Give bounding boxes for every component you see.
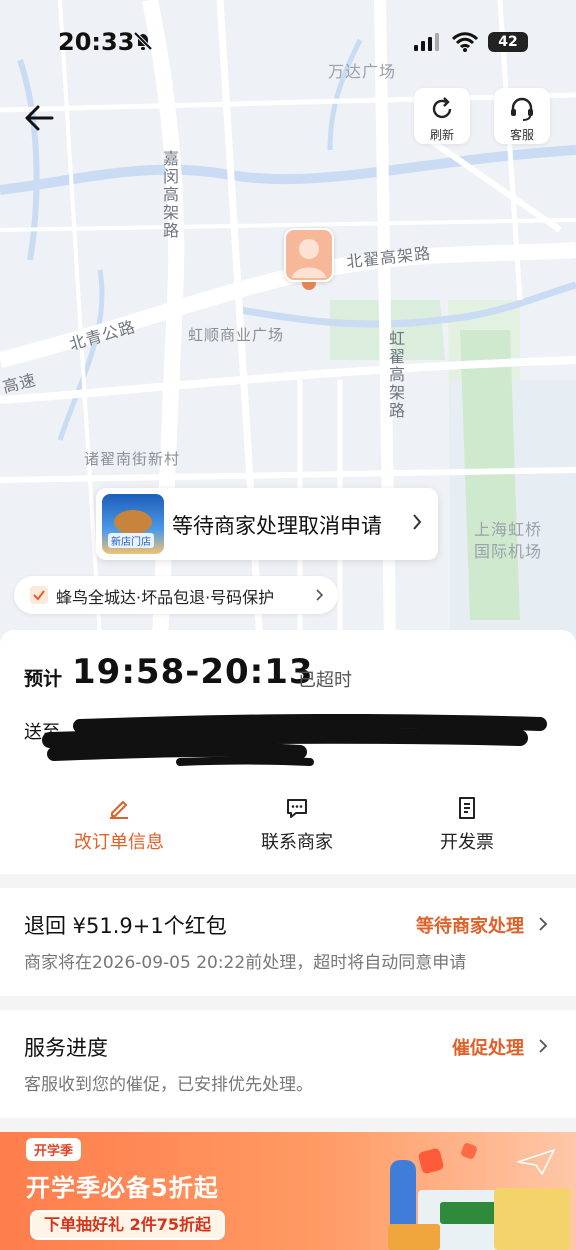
- eta-overdue-note: 已超时: [298, 670, 352, 691]
- red-envelope-icon: [417, 1147, 445, 1175]
- map-label-airport-1: 上海虹桥: [474, 520, 543, 539]
- back-arrow-icon[interactable]: [22, 100, 58, 136]
- edit-order-button[interactable]: 改订单信息: [44, 796, 194, 854]
- map-label-hongzhai: 虹翟高架路: [386, 330, 405, 420]
- status-bar: 20:33 42: [0, 0, 576, 84]
- person-icon: [292, 239, 326, 278]
- service-progress-status[interactable]: 催促处理: [452, 1034, 524, 1060]
- wifi-icon: [452, 32, 478, 52]
- promo-banner[interactable]: 开学季 开学季必备5折起 下单抽好礼 2件75折起: [0, 1132, 576, 1250]
- refund-title: 退回 ¥51.9+1个红包: [24, 914, 227, 938]
- signal-icon: [414, 33, 439, 51]
- product-image-snack: [388, 1224, 440, 1250]
- paper-plane-icon: [517, 1149, 555, 1175]
- address-redaction: [42, 714, 547, 766]
- customer-service-label: 客服: [509, 128, 534, 142]
- refund-description: 商家将在2026-09-05 20:22前处理，超时将自动同意申请: [24, 953, 467, 973]
- red-envelope-icon: [460, 1142, 478, 1160]
- product-image-bread: [494, 1188, 570, 1250]
- map-label-jiamin: 嘉闵高架路: [160, 150, 179, 240]
- refresh-icon: [432, 97, 452, 119]
- headset-icon: [511, 97, 533, 121]
- contact-merchant-button[interactable]: 联系商家: [222, 796, 372, 854]
- invoice-label: 开发票: [440, 832, 494, 853]
- promo-headline: 开学季必备5折起: [26, 1174, 219, 1202]
- status-time: 20:33: [58, 28, 135, 56]
- refresh-label: 刷新: [429, 128, 454, 142]
- eta-time: 19:58-20:13: [72, 652, 314, 692]
- check-icon: [30, 586, 48, 604]
- edit-icon: [110, 801, 128, 819]
- delivery-info-card: 预计 19:58-20:13 已超时 送至 改订单信息 联系商家 开发票: [0, 630, 576, 874]
- chat-icon: [287, 799, 307, 818]
- map-label-airport-2: 国际机场: [474, 542, 543, 561]
- refresh-button[interactable]: 刷新: [414, 88, 470, 144]
- map-label-zhuzhai: 诸翟南街新村: [84, 450, 181, 468]
- contact-merchant-label: 联系商家: [261, 832, 333, 853]
- delivery-guarantee-pill[interactable]: 蜂鸟全城达·坏品包退·号码保护: [14, 576, 338, 614]
- map-view[interactable]: 万达广场 嘉闵高架路 北翟高架路 虹顺商业广场 虹翟高架路 北青公路 高速 诸翟…: [0, 0, 576, 640]
- chevron-right-icon: [539, 1039, 548, 1053]
- invoice-icon: [459, 797, 475, 819]
- promo-cta-button[interactable]: 下单抽好礼 2件75折起: [30, 1210, 225, 1240]
- eta-label: 预计: [24, 668, 63, 690]
- customer-service-button[interactable]: 客服: [494, 88, 550, 144]
- store-thumbnail: 新店门店: [102, 494, 164, 554]
- invoice-button[interactable]: 开发票: [392, 796, 542, 854]
- rider-avatar[interactable]: [284, 228, 334, 282]
- cancel-request-card[interactable]: 新店门店 等待商家处理取消申请: [96, 488, 438, 560]
- chevron-right-icon: [539, 917, 548, 931]
- chevron-right-icon: [316, 589, 324, 601]
- map-label-hongshun: 虹顺商业广场: [188, 326, 285, 344]
- order-actions: 改订单信息 联系商家 开发票: [0, 796, 576, 860]
- refund-card[interactable]: 退回 ¥51.9+1个红包 等待商家处理 商家将在2026-09-05 20:2…: [0, 888, 576, 996]
- battery-indicator: 42: [488, 32, 528, 52]
- promo-tag: 开学季: [26, 1138, 82, 1161]
- chevron-right-icon: [413, 514, 422, 530]
- service-progress-title: 服务进度: [24, 1036, 108, 1060]
- delivery-guarantee-text: 蜂鸟全城达·坏品包退·号码保护: [56, 588, 275, 607]
- refund-status[interactable]: 等待商家处理: [416, 912, 524, 938]
- edit-order-label: 改订单信息: [74, 832, 164, 853]
- cancel-request-text: 等待商家处理取消申请: [172, 514, 382, 538]
- bell-muted-icon: [133, 31, 153, 51]
- service-progress-card[interactable]: 服务进度 催促处理 客服收到您的催促，已安排优先处理。: [0, 1010, 576, 1118]
- service-progress-description: 客服收到您的催促，已安排优先处理。: [24, 1075, 313, 1095]
- store-thumbnail-tag: 新店门店: [108, 533, 154, 548]
